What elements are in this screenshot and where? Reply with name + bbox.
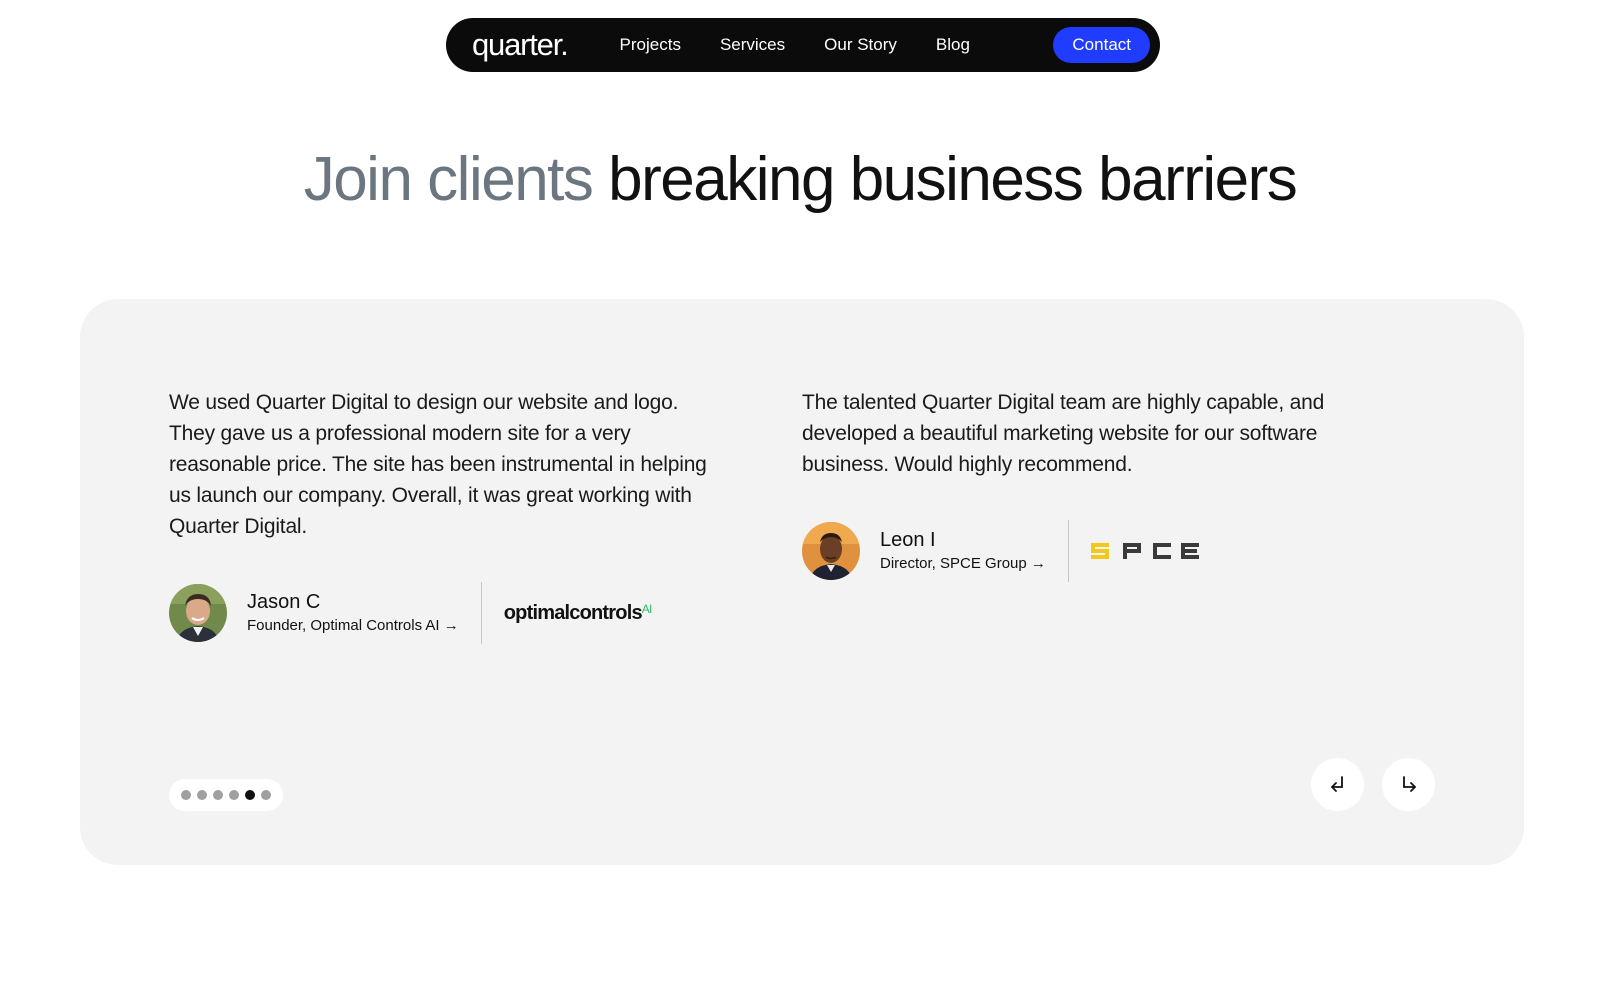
company-logo-text: optimalcontrols [503,601,643,624]
company-logo-optimalcontrols: optimalcontrolsAI [503,601,653,625]
testimonial-quote: We used Quarter Digital to design our we… [169,391,707,538]
testimonials-card: We used Quarter Digital to design our we… [80,299,1524,865]
carousel-dot-4[interactable] [229,790,239,800]
carousel-dot-2[interactable] [197,790,207,800]
avatar-leon [802,522,860,580]
section-heading: Join clients breaking business barriers [0,140,1600,220]
testimonial-author: Jason C Founder, Optimal Controls AI → o… [169,582,709,644]
nav-link-blog[interactable]: Blog [936,35,970,55]
carousel-prev-button[interactable] [1311,758,1364,811]
carousel-next-button[interactable] [1382,758,1435,811]
top-nav: quarter. Projects Services Our Story Blo… [446,18,1160,72]
testimonial-quote: The talented Quarter Digital team are hi… [802,391,1325,476]
carousel-pagination [169,779,283,811]
author-info: Jason C Founder, Optimal Controls AI → [247,589,459,637]
author-divider [480,582,482,644]
nav-links: Projects Services Our Story Blog [620,35,1054,55]
nav-link-services[interactable]: Services [720,35,785,55]
testimonial-leon: The talented Quarter Digital team are hi… [802,387,1362,582]
author-name: Leon I [880,529,936,551]
company-logo-suffix: AI [641,601,653,616]
brand-logo[interactable]: quarter. [472,27,569,63]
avatar-jason [169,584,227,642]
company-logo-spce [1090,541,1199,561]
author-role-link[interactable]: Director, SPCE Group → [880,553,1046,575]
nav-link-projects[interactable]: Projects [620,35,681,55]
nav-link-our-story[interactable]: Our Story [824,35,897,55]
testimonial-author: Leon I Director, SPCE Group → [802,520,1362,582]
carousel-dot-3[interactable] [213,790,223,800]
carousel-dot-1[interactable] [181,790,191,800]
author-info: Leon I Director, SPCE Group → [880,527,1046,575]
author-divider [1067,520,1069,582]
testimonial-jason: We used Quarter Digital to design our we… [169,387,709,644]
carousel-dot-5-active[interactable] [245,790,255,800]
heading-muted-text: Join clients [303,145,594,214]
author-name: Jason C [247,591,321,613]
arrow-return-right-icon [1402,775,1416,792]
carousel-dot-6[interactable] [261,790,271,800]
contact-button[interactable]: Contact [1053,27,1150,63]
spce-logo-graphic [1090,543,1199,559]
arrow-return-left-icon [1330,775,1343,792]
author-role-link[interactable]: Founder, Optimal Controls AI → [247,615,459,637]
heading-strong-text: breaking business barriers [608,145,1298,214]
